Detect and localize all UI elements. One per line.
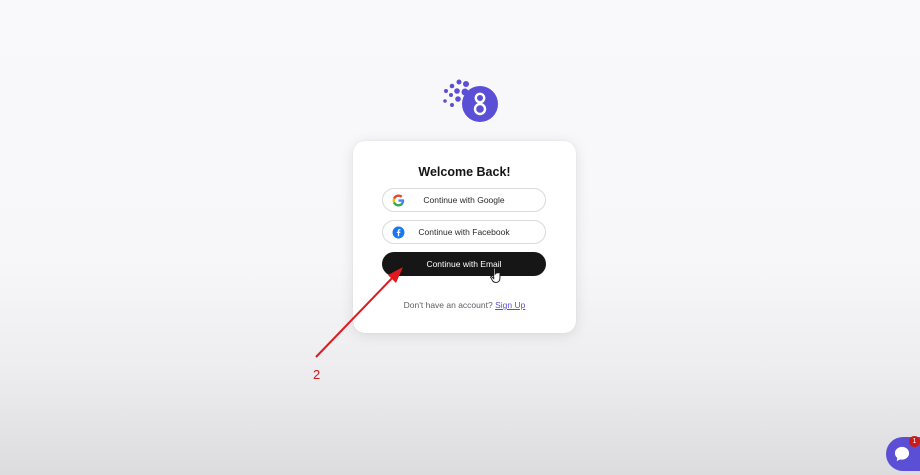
continue-with-google-button[interactable]: Continue with Google — [382, 188, 546, 212]
login-card: Welcome Back! Continue with Google Conti… — [353, 141, 576, 333]
continue-with-facebook-button[interactable]: Continue with Facebook — [382, 220, 546, 244]
chat-icon — [894, 446, 910, 462]
google-icon — [392, 194, 405, 207]
facebook-icon — [392, 226, 405, 239]
card-title: Welcome Back! — [418, 165, 511, 179]
continue-with-email-button[interactable]: Continue with Email — [382, 252, 546, 276]
chat-notification-badge: 1 — [909, 436, 920, 447]
brand-logo-icon — [443, 79, 498, 122]
facebook-button-label: Continue with Facebook — [418, 227, 510, 237]
no-account-text: Don't have an account? — [403, 300, 493, 310]
signup-prompt: Don't have an account? Sign Up — [353, 300, 576, 310]
hand-cursor-icon — [490, 267, 501, 283]
sign-up-link[interactable]: Sign Up — [495, 300, 525, 310]
google-button-label: Continue with Google — [423, 195, 505, 205]
annotation-step-number: 2 — [313, 367, 321, 382]
